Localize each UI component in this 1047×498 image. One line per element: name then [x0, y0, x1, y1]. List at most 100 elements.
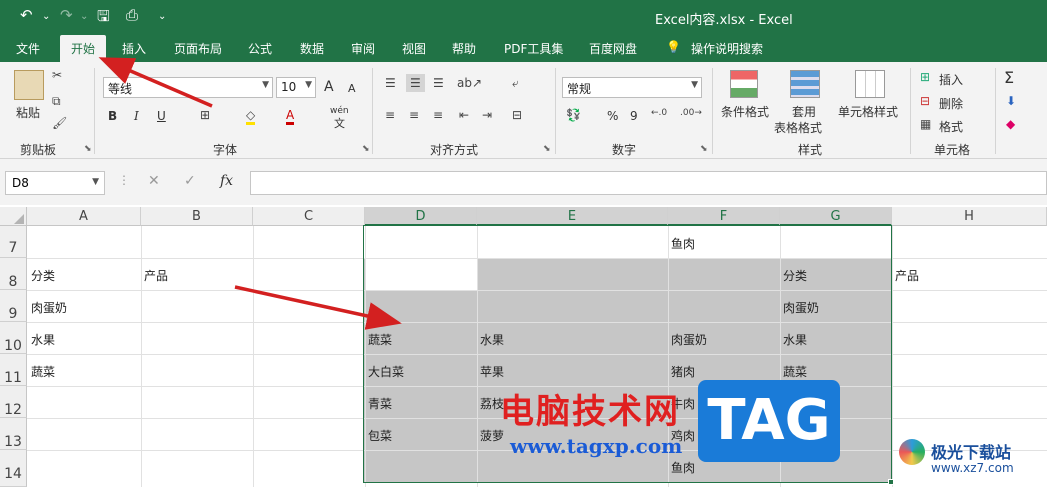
undo-icon[interactable]: ↶ [20, 6, 33, 24]
cell-styles-icon[interactable] [855, 70, 885, 98]
column-header-c[interactable]: C [253, 207, 365, 226]
tab-insert[interactable]: 插入 [122, 40, 146, 57]
column-header-b[interactable]: B [141, 207, 253, 226]
cell-f7[interactable]: 鱼肉 [671, 235, 695, 252]
print-preview-icon[interactable]: ⎙ [126, 6, 138, 24]
format-as-table-line1[interactable]: 套用 [792, 103, 816, 120]
cell-styles-button[interactable]: 单元格样式 [838, 103, 898, 120]
name-box[interactable]: D8 ▼ [5, 171, 105, 195]
wrap-text-icon[interactable]: ⤶ [512, 76, 519, 91]
font-size-select[interactable]: 10 ▼ [276, 77, 316, 98]
font-name-select[interactable]: 等线 ▼ [103, 77, 273, 98]
tab-review[interactable]: 审阅 [351, 40, 375, 57]
fill-handle[interactable] [888, 479, 894, 485]
conditional-formatting-button[interactable]: 条件格式 [721, 103, 769, 120]
paste-icon[interactable] [14, 70, 44, 100]
row-header-13[interactable]: 13 [0, 418, 27, 450]
align-center-icon[interactable]: ≡ [409, 108, 419, 122]
increase-decimal-icon[interactable]: ←.0 [651, 108, 667, 118]
cell-a11[interactable]: 蔬菜 [31, 363, 55, 380]
cell-d13[interactable]: 包菜 [368, 427, 392, 444]
format-as-table-button[interactable]: 表格格式 [774, 119, 822, 136]
row-header-11[interactable]: 11 [0, 354, 27, 386]
cell-e10[interactable]: 水果 [480, 331, 504, 348]
accounting-format-icon[interactable]: 💱 [566, 108, 581, 122]
cell-f10[interactable]: 肉蛋奶 [671, 331, 707, 348]
tab-help[interactable]: 帮助 [452, 40, 476, 57]
column-header-a[interactable]: A [27, 207, 141, 226]
insert-function-button[interactable]: fx [220, 173, 233, 189]
cell-a10[interactable]: 水果 [31, 331, 55, 348]
row-header-9[interactable]: 9 [0, 290, 27, 322]
tab-page-layout[interactable]: 页面布局 [174, 40, 222, 57]
delete-cells-button[interactable]: 删除 [939, 95, 963, 112]
conditional-formatting-icon[interactable] [730, 70, 758, 98]
row-header-14[interactable]: 14 [0, 450, 27, 487]
tab-baidu-netdisk[interactable]: 百度网盘 [589, 40, 637, 57]
align-top-icon[interactable]: ☰ [385, 76, 396, 90]
decrease-indent-icon[interactable]: ⇤ [459, 108, 469, 122]
decrease-decimal-icon[interactable]: .00→ [680, 108, 702, 118]
tell-me-search[interactable]: 操作说明搜索 [691, 40, 763, 57]
cancel-icon[interactable]: ✕ [148, 173, 160, 189]
clipboard-launcher-icon[interactable]: ⬊ [84, 144, 92, 154]
tab-file[interactable]: 文件 [16, 40, 40, 57]
align-left-icon[interactable]: ≡ [385, 108, 395, 122]
cell-d11[interactable]: 大白菜 [368, 363, 404, 380]
font-launcher-icon[interactable]: ⬊ [362, 144, 370, 154]
italic-button[interactable]: I [134, 109, 139, 123]
row-header-7[interactable]: 7 [0, 226, 27, 258]
copy-icon[interactable]: ⧉ [52, 94, 61, 109]
cell-d12[interactable]: 青菜 [368, 395, 392, 412]
alignment-launcher-icon[interactable]: ⬊ [543, 144, 551, 154]
align-bottom-icon[interactable]: ☰ [433, 76, 444, 90]
column-header-g[interactable]: G [780, 207, 892, 226]
bold-button[interactable]: B [108, 109, 117, 123]
comma-style-button[interactable]: 9 [630, 109, 638, 123]
borders-icon[interactable]: ⊞ [200, 108, 210, 122]
shrink-font-button[interactable]: A [348, 82, 356, 95]
number-format-select[interactable]: 常规 ▼ [562, 77, 702, 98]
cut-icon[interactable]: ✂ [52, 68, 62, 82]
row-header-12[interactable]: 12 [0, 386, 27, 418]
clear-icon[interactable]: ◆ [1006, 117, 1015, 131]
cell-d10[interactable]: 蔬菜 [368, 331, 392, 348]
fill-icon[interactable]: ⬇ [1006, 94, 1016, 108]
align-middle-icon[interactable]: ☰ [406, 74, 425, 92]
formula-input[interactable] [250, 171, 1047, 195]
tab-home[interactable]: 开始 [60, 35, 107, 62]
number-launcher-icon[interactable]: ⬊ [700, 144, 708, 154]
row-header-8[interactable]: 8 [0, 258, 27, 290]
column-header-d[interactable]: D [365, 207, 477, 226]
format-as-table-icon[interactable] [790, 70, 820, 98]
cell-b8[interactable]: 产品 [144, 267, 168, 284]
cell-h8[interactable]: 产品 [895, 267, 919, 284]
delete-cells-icon[interactable]: ⊟ [920, 94, 930, 108]
cell-a8[interactable]: 分类 [31, 267, 55, 284]
save-icon[interactable]: 🖫 [97, 6, 110, 31]
select-all-corner[interactable] [0, 207, 27, 226]
format-cells-icon[interactable]: ▦ [920, 117, 931, 131]
column-header-e[interactable]: E [477, 207, 668, 226]
redo-dropdown-icon[interactable]: ⌄ [80, 11, 88, 22]
autosum-button[interactable]: Σ [1004, 68, 1014, 87]
cell-g9[interactable]: 肉蛋奶 [783, 299, 819, 316]
tab-view[interactable]: 视图 [402, 40, 426, 57]
format-painter-icon[interactable]: 🖌 [52, 116, 67, 130]
column-header-h[interactable]: H [892, 207, 1047, 226]
customize-qat-icon[interactable]: ⌄ [158, 11, 166, 22]
tab-formulas[interactable]: 公式 [248, 40, 272, 57]
paste-button[interactable]: 粘贴 [16, 104, 40, 121]
cell-a9[interactable]: 肉蛋奶 [31, 299, 67, 316]
undo-dropdown-icon[interactable]: ⌄ [42, 11, 50, 22]
percent-button[interactable]: % [607, 109, 618, 123]
fill-color-icon[interactable]: ◇ [246, 108, 256, 125]
tab-pdf-tools[interactable]: PDF工具集 [504, 40, 563, 57]
cell-g8[interactable]: 分类 [783, 267, 807, 284]
format-cells-button[interactable]: 格式 [939, 118, 963, 135]
increase-indent-icon[interactable]: ⇥ [482, 108, 492, 122]
orientation-icon[interactable]: ab↗ [457, 76, 482, 90]
phonetic-char[interactable]: 文 [334, 115, 345, 131]
tab-data[interactable]: 数据 [300, 40, 324, 57]
insert-cells-button[interactable]: 插入 [939, 71, 963, 88]
